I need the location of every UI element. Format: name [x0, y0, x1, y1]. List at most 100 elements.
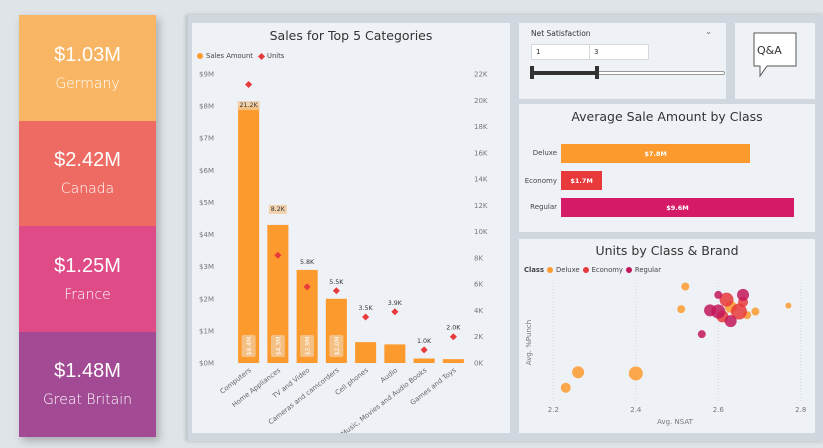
- slicer-range-fill: [531, 71, 597, 75]
- class-label: Economy: [524, 177, 557, 185]
- sales-bar: [355, 342, 377, 363]
- sales-bar: [413, 358, 435, 363]
- units-scatter-panel[interactable]: Units by Class & Brand Class Deluxe Econ…: [519, 239, 815, 433]
- sales-legend: Sales Amount Units: [197, 52, 284, 60]
- chevron-down-icon[interactable]: ⌄: [705, 27, 712, 36]
- y-left-tick: $4M: [199, 231, 214, 239]
- y-left-tick: $8M: [199, 103, 214, 111]
- kpi-card-france[interactable]: $1.25M France: [19, 226, 156, 332]
- y-right-tick: 10K: [474, 228, 488, 236]
- sales-legend-marker: [197, 53, 203, 59]
- class-label: Regular: [530, 203, 557, 211]
- y-right-tick: 4K: [474, 307, 483, 315]
- kpi-value: $2.42M: [54, 149, 121, 172]
- legend-marker: [625, 267, 632, 273]
- units-data-label: 3.5K: [359, 305, 374, 312]
- kpi-label: Canada: [60, 181, 115, 198]
- x-tick-label: 2.8: [795, 406, 806, 414]
- qa-label: Q&A: [757, 44, 782, 57]
- units-legend-label: Units: [266, 52, 285, 60]
- bar-value-label: $7.8M: [644, 149, 667, 158]
- y-right-tick: 0K: [474, 360, 483, 368]
- qa-button[interactable]: Q&A: [735, 23, 815, 99]
- units-data-label: 8.2K: [271, 206, 286, 213]
- scatter-legend: Class Deluxe Economy Regular: [524, 266, 661, 274]
- y-right-tick: 14K: [474, 176, 488, 184]
- x-tick-label: 2.2: [548, 406, 559, 414]
- y-right-tick: 8K: [474, 254, 483, 262]
- units-legend-marker: [257, 52, 266, 60]
- kpi-label: Germany: [55, 75, 120, 92]
- bar-value-label: $2.0M: [334, 337, 341, 356]
- scatter-point: [724, 315, 737, 328]
- net-satisfaction-slicer[interactable]: Net Satisfaction ⌄ 1 3: [519, 23, 726, 99]
- scatter-point: [751, 307, 760, 316]
- y-right-tick: 12K: [474, 202, 488, 210]
- units-data-label: 2.0K: [446, 325, 461, 332]
- slicer-min-handle[interactable]: [530, 66, 534, 79]
- scatter-point: [697, 330, 706, 339]
- y-left-tick: $0M: [199, 360, 214, 368]
- y-left-tick: $9M: [199, 71, 214, 79]
- scatter-point: [785, 302, 792, 309]
- scatter-point: [628, 366, 643, 381]
- scatter-point: [737, 288, 750, 301]
- slicer-max-input[interactable]: 3: [589, 44, 649, 60]
- legend-label: Regular: [634, 266, 661, 274]
- legend-marker: [582, 267, 589, 273]
- legend-label: Deluxe: [556, 266, 580, 274]
- kpi-value: $1.03M: [54, 43, 121, 66]
- report-canvas: Sales for Top 5 Categories Sales Amount …: [186, 15, 823, 441]
- scatter-point: [572, 366, 585, 379]
- kpi-label: France: [64, 286, 111, 303]
- y-right-tick: 22K: [474, 71, 488, 79]
- sales-bar: [442, 359, 464, 363]
- kpi-card-great-britain[interactable]: $1.48M Great Britain: [19, 331, 156, 437]
- y-left-tick: $7M: [199, 135, 214, 143]
- units-data-label: 5.8K: [300, 259, 315, 266]
- legend-label: Economy: [591, 266, 623, 274]
- scatter-chart-title: Units by Class & Brand: [595, 243, 739, 258]
- kpi-card-canada[interactable]: $2.42M Canada: [19, 120, 156, 226]
- x-axis-label: Avg. NSAT: [657, 418, 693, 426]
- bar-regular[interactable]: $9.6M: [561, 198, 794, 217]
- scatter-point: [714, 290, 723, 299]
- category-label: Audio: [379, 366, 399, 384]
- kpi-value: $1.48M: [54, 360, 121, 383]
- bar-value-label: $2.9M: [305, 337, 312, 356]
- category-label: Cell phones: [334, 366, 371, 397]
- y-right-tick: 20K: [474, 97, 488, 105]
- kpi-card-germany[interactable]: $1.03M Germany: [19, 15, 156, 121]
- y-right-tick: 18K: [474, 123, 488, 131]
- class-chart-title: Average Sale Amount by Class: [571, 109, 763, 124]
- bar-economy[interactable]: $1.7M: [561, 171, 603, 190]
- bar-value-label: $9.6M: [666, 203, 689, 212]
- sales-chart-panel[interactable]: Sales for Top 5 Categories Sales Amount …: [192, 23, 510, 439]
- sales-chart-svg: $0M $1M $2M $3M $4M $5M $6M $7M $8M $9M 0K 2K 4K 6K 8K…: [199, 71, 488, 439]
- bar-deluxe[interactable]: $7.8M: [561, 144, 751, 163]
- scatter-point: [704, 304, 717, 317]
- slicer-title: Net Satisfaction: [531, 29, 591, 38]
- y-left-tick: $6M: [199, 167, 214, 175]
- bar-value-label: $8.4M: [246, 337, 253, 356]
- y-left-tick: $1M: [199, 327, 214, 335]
- category-label: Home Appliances: [231, 366, 283, 409]
- scatter-point: [677, 305, 686, 314]
- class-sales-panel[interactable]: Average Sale Amount by Class Deluxe Econ…: [519, 104, 815, 232]
- bar-value-label: $4.3M: [275, 337, 282, 356]
- legend-marker: [547, 267, 553, 273]
- y-left-tick: $3M: [199, 263, 214, 271]
- scatter-point: [681, 282, 690, 291]
- units-marker: [362, 313, 370, 321]
- slicer-min-input[interactable]: 1: [531, 44, 591, 60]
- kpi-value: $1.25M: [54, 254, 121, 277]
- slicer-max-handle[interactable]: [595, 66, 599, 79]
- units-marker: [245, 80, 253, 89]
- y-left-tick: $2M: [199, 295, 214, 303]
- sales-bar: [238, 106, 260, 363]
- x-tick-label: 2.6: [713, 406, 725, 414]
- units-data-label: 3.9K: [388, 300, 403, 307]
- units-marker: [332, 287, 340, 295]
- sales-legend-label: Sales Amount: [206, 52, 253, 60]
- units-marker: [420, 346, 428, 354]
